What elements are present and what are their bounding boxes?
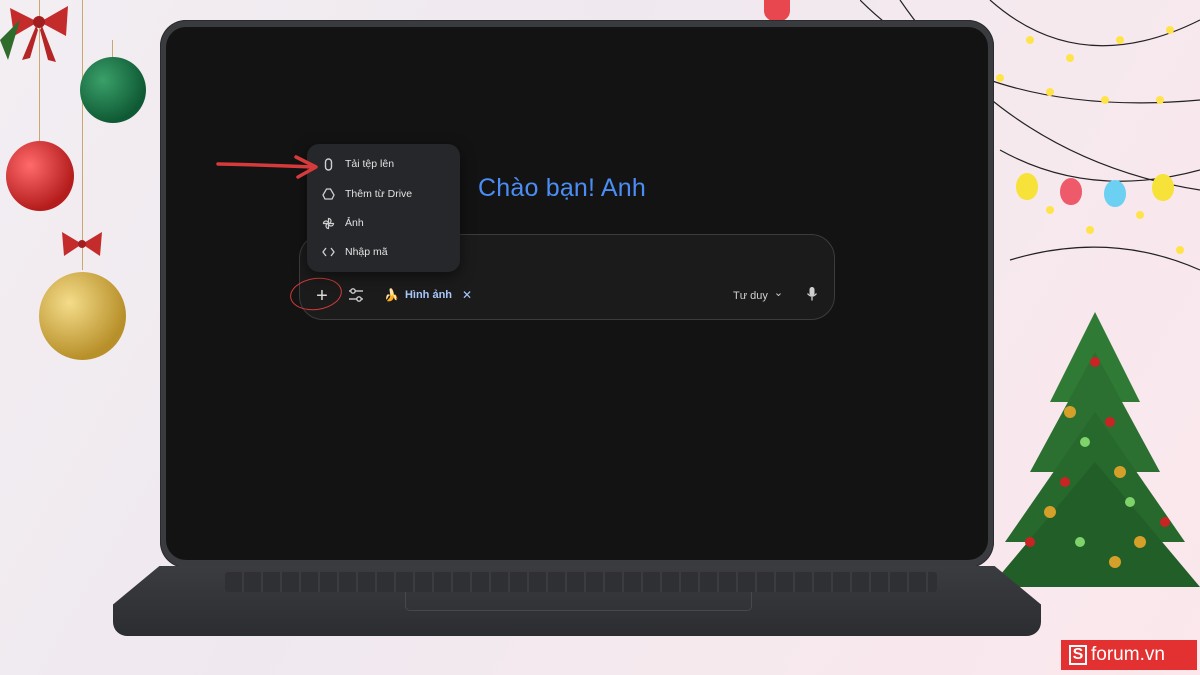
brand-letter: S [1069,645,1087,665]
sforum-logo: S forum.vn [1061,640,1197,670]
chevron-down-icon: ⌄ [773,287,784,299]
menu-item-upload-file[interactable]: Tải tệp lên [307,151,460,177]
attachment-menu: Tải tệp lên Thêm từ Drive Ảnh Nhập mã [307,144,460,272]
menu-item-add-from-drive[interactable]: Thêm từ Drive [307,181,460,207]
bulb-icon [764,0,790,22]
model-mode-selector[interactable]: Tư duy ⌄ [733,287,784,302]
bulb-icon [1060,178,1082,205]
red-ornament-icon [6,141,74,211]
brand-name: forum.vn [1091,644,1165,665]
greeting-title: Chào bạn! Anh [478,174,647,202]
tools-icon[interactable] [347,287,365,303]
bulb-icon [1104,180,1126,207]
chip-close-icon[interactable]: ✕ [462,288,472,302]
bow-icon [0,6,68,62]
laptop-trackpad [405,592,752,611]
menu-item-import-code[interactable]: Nhập mã [307,239,460,265]
drive-icon [320,188,336,200]
menu-item-label: Ảnh [345,217,364,229]
menu-item-label: Thêm từ Drive [345,188,413,200]
bulb-icon [1152,174,1174,201]
microphone-icon[interactable] [806,286,818,302]
annotation-arrow-icon [216,155,318,179]
paperclip-icon [320,157,336,171]
laptop-keyboard [225,572,937,592]
photos-icon [320,217,336,230]
small-bow-icon [62,232,102,256]
bulb-icon [1016,173,1038,200]
menu-item-label: Nhập mã [345,246,388,258]
chip-label: Hình ảnh [404,289,453,301]
gold-ornament-icon [39,272,126,360]
green-ornament-icon [80,57,146,123]
menu-item-label: Tải tệp lên [345,158,395,170]
code-icon [320,247,336,257]
christmas-tree-icon [990,312,1200,587]
image-mode-chip[interactable]: 🍌 Hình ảnh ✕ [384,288,472,302]
banana-icon: 🍌 [384,288,399,302]
mode-label: Tư duy [733,289,768,302]
menu-item-photos[interactable]: Ảnh [307,210,460,236]
